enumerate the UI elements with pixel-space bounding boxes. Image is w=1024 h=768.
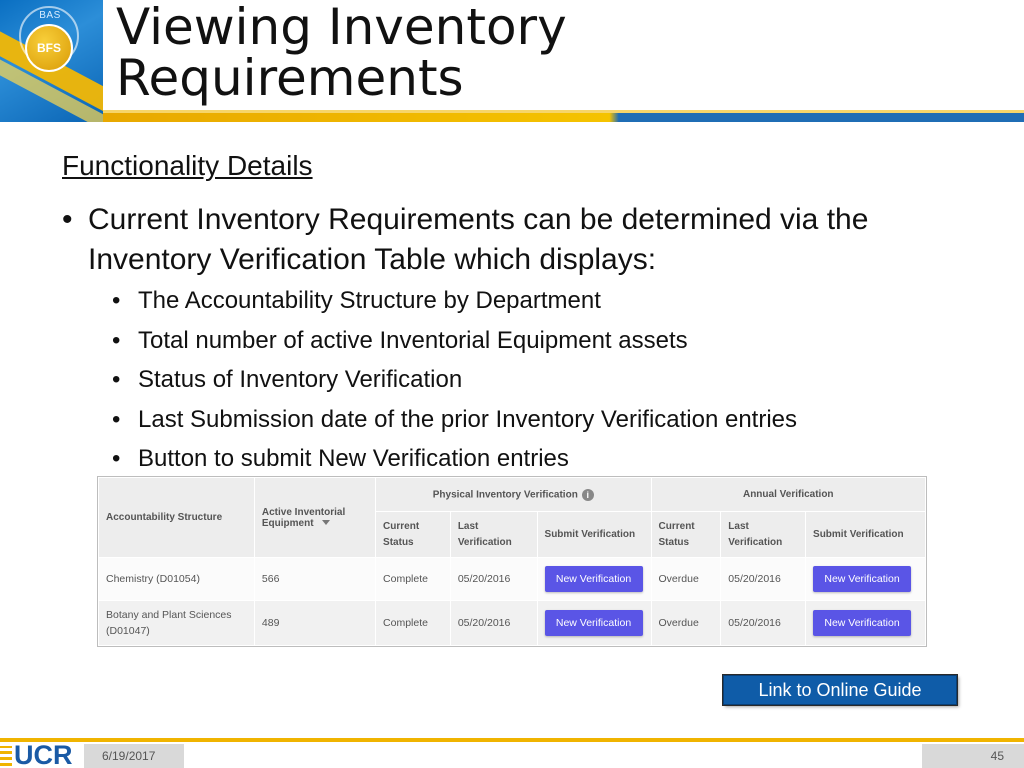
group-header-physical: Physical Inventory Verification i (375, 477, 652, 512)
ucr-logo: UCR (0, 740, 78, 768)
cell-annual-last: 05/20/2016 (720, 600, 807, 646)
cell-phys-status: Complete (375, 556, 451, 602)
col-header-active-equipment[interactable]: Active Inventorial Equipment (253, 477, 377, 558)
new-verification-button[interactable]: New Verification (544, 610, 643, 637)
col-header-annual-status: Current Status (650, 511, 722, 558)
footer-gold-bar (0, 738, 1024, 742)
cell-phys-submit: New Verification (536, 556, 652, 602)
cell-active: 489 (253, 600, 377, 646)
col-header-annual-last: Last Verification (720, 511, 807, 558)
cell-annual-status: Overdue (650, 600, 722, 646)
table-row: Chemistry (D01054) 566 Complete 05/20/20… (98, 556, 926, 602)
col-header-phys-last: Last Verification (449, 511, 538, 558)
sub-bullet-text: Button to submit New Verification entrie… (138, 445, 569, 472)
sub-bullet: • Status of Inventory Verification (112, 362, 992, 402)
bullet-dot: • (112, 445, 121, 472)
cell-annual-submit: New Verification (805, 600, 926, 646)
online-guide-link-button[interactable]: Link to Online Guide (723, 675, 957, 705)
bullet-dot: • (62, 203, 73, 236)
col-header-phys-submit: Submit Verification (536, 511, 652, 558)
new-verification-button[interactable]: New Verification (544, 566, 643, 593)
group-header-annual: Annual Verification (650, 477, 927, 512)
cell-structure: Chemistry (D01054) (98, 556, 255, 602)
new-verification-button[interactable]: New Verification (813, 610, 912, 637)
cell-phys-last: 05/20/2016 (449, 556, 538, 602)
header-accent-bar (103, 113, 1024, 122)
sub-bullet-list: • The Accountability Structure by Departm… (112, 283, 992, 481)
sub-bullet-text: The Accountability Structure by Departme… (138, 287, 601, 314)
new-verification-button[interactable]: New Verification (813, 566, 912, 593)
sub-bullet-text: Total number of active Inventorial Equip… (138, 326, 688, 354)
group-header-physical-label: Physical Inventory Verification (432, 489, 578, 501)
slide-title: Viewing Inventory Requirements (116, 0, 567, 107)
sub-bullet: • Button to submit New Verification entri… (112, 441, 992, 481)
cell-phys-submit: New Verification (536, 600, 652, 646)
sub-bullet-text: Last Submission date of the prior Invent… (138, 405, 798, 433)
header-logo-panel: BAS BFS (0, 0, 103, 122)
col-header-accountability-label: Accountability Structure (106, 512, 223, 523)
sort-down-icon[interactable] (321, 520, 330, 526)
table-row: Botany and Plant Sciences (D01047) 489 C… (98, 600, 926, 646)
sub-bullet: • Total number of active Inventorial Equi… (112, 323, 992, 363)
col-header-phys-status: Current Status (375, 511, 451, 558)
cell-annual-last: 05/20/2016 (720, 556, 807, 602)
group-header-annual-label: Annual Verification (742, 489, 834, 500)
bullet-dot: • (112, 405, 121, 433)
bullet-dot: • (112, 366, 121, 393)
bfs-logo-label: BFS (37, 41, 61, 55)
sub-bullet: • The Accountability Structure by Departm… (112, 283, 992, 323)
main-bullet-text: Current Inventory Requirements can be de… (88, 203, 869, 276)
col-header-accountability: Accountability Structure (98, 477, 255, 558)
footer-page-number: 45 (922, 744, 1024, 768)
main-bullet: • Current Inventory Requirements can be … (62, 200, 962, 280)
cell-phys-status: Complete (375, 600, 451, 646)
col-header-annual-submit: Submit Verification (805, 511, 926, 558)
sub-bullet-text: Status of Inventory Verification (138, 366, 463, 393)
cell-annual-submit: New Verification (805, 556, 926, 602)
inventory-table: Accountability Structure Active Inventor… (98, 477, 927, 646)
col-header-active-equipment-label: Active Inventorial Equipment (261, 506, 346, 529)
ucr-logo-stripes (0, 746, 12, 766)
inventory-verification-table: Accountability Structure Active Inventor… (97, 476, 927, 647)
cell-active: 566 (253, 556, 377, 602)
info-icon[interactable]: i (581, 488, 594, 501)
bullet-dot: • (112, 326, 121, 354)
footer-date: 6/19/2017 (84, 744, 184, 768)
section-subheading: Functionality Details (62, 150, 313, 181)
cell-structure: Botany and Plant Sciences (D01047) (98, 600, 255, 646)
bullet-dot: • (112, 287, 121, 314)
cell-phys-last: 05/20/2016 (449, 600, 538, 646)
logo-top-text: BAS (39, 10, 61, 21)
ucr-logo-text: UCR (14, 740, 73, 768)
slide-header: BAS BFS Viewing Inventory Requirements (0, 0, 1024, 122)
bfs-logo: BFS (25, 24, 73, 72)
cell-annual-status: Overdue (650, 556, 722, 602)
sub-bullet: • Last Submission date of the prior Inven… (112, 402, 992, 442)
